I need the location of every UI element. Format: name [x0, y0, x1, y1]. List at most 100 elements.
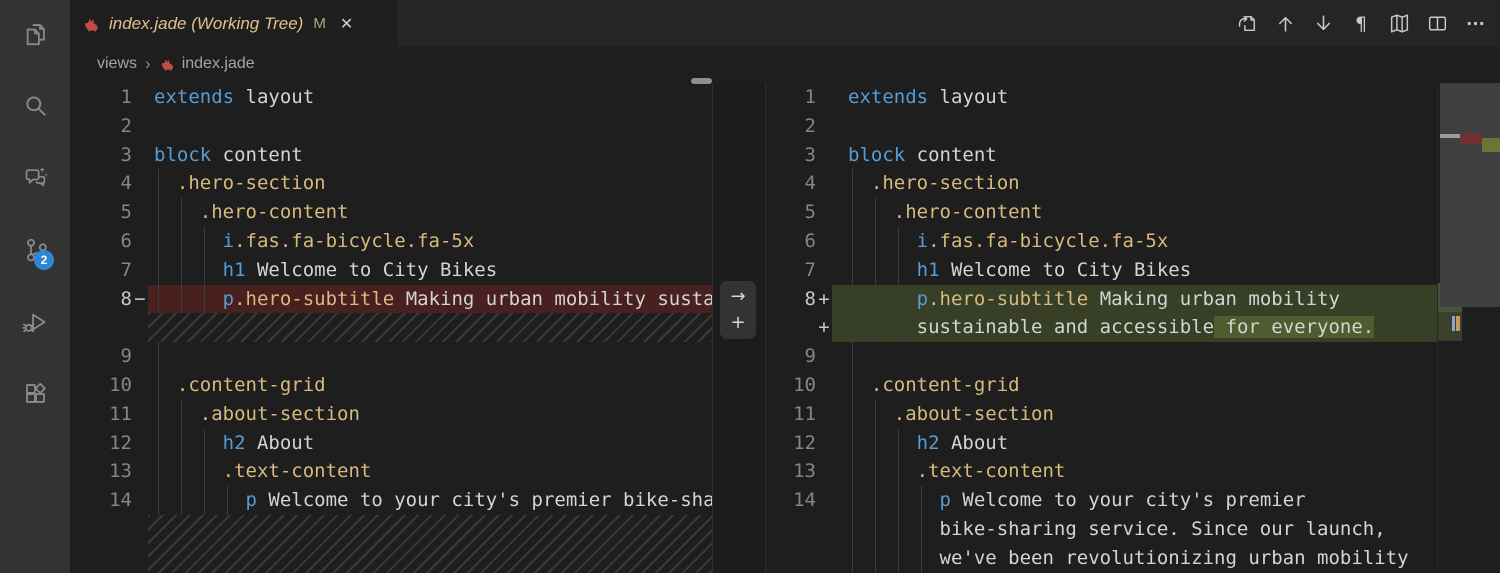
left-row-line-5[interactable]: 5 .hero-content: [70, 198, 712, 227]
right-row-line-13[interactable]: 13 .text-content: [766, 457, 1437, 487]
right-row-code-16[interactable]: we've been revolutionizing urban mobilit…: [766, 543, 1437, 573]
line-number[interactable]: 2: [70, 112, 132, 141]
line-number[interactable]: 7: [70, 256, 132, 285]
left-row-line-10[interactable]: 10 .content-grid: [70, 370, 712, 400]
code-content[interactable]: p.hero-subtitle Making urban mobility su…: [148, 284, 712, 314]
left-row-line-7[interactable]: 7 h1 Welcome to City Bikes: [70, 255, 712, 285]
code-content[interactable]: block content: [832, 141, 1437, 170]
code-content[interactable]: we've been revolutionizing urban mobilit…: [832, 543, 1437, 573]
code-content[interactable]: h2 About: [832, 428, 1437, 458]
previous-change-button[interactable]: [1271, 10, 1299, 38]
line-number[interactable]: 7: [766, 256, 816, 285]
right-row-line-14[interactable]: 14 p Welcome to your city's premier: [766, 486, 1437, 515]
left-row-line-12[interactable]: 12 h2 About: [70, 428, 712, 458]
line-number[interactable]: 6: [766, 227, 816, 256]
left-pane-scrollbar-slider[interactable]: [691, 78, 712, 84]
right-row-line-7[interactable]: 7 h1 Welcome to City Bikes: [766, 255, 1437, 285]
code-content[interactable]: block content: [148, 141, 712, 170]
breadcrumb-file[interactable]: index.jade: [182, 55, 255, 73]
left-row-line-2[interactable]: 2: [70, 112, 712, 141]
code-content[interactable]: .content-grid: [148, 370, 712, 400]
line-number[interactable]: 13: [766, 457, 816, 486]
right-row-line-1[interactable]: 1 extends layout: [766, 83, 1437, 112]
line-number[interactable]: 11: [766, 400, 816, 429]
sidebar-item-run-debug[interactable]: [20, 307, 50, 337]
breadcrumb-folder[interactable]: views: [97, 55, 137, 73]
right-row-line-2[interactable]: 2: [766, 112, 1437, 141]
code-content[interactable]: [148, 342, 712, 371]
line-number[interactable]: 10: [766, 371, 816, 400]
code-content[interactable]: [832, 342, 1437, 371]
code-content[interactable]: .hero-section: [832, 169, 1437, 199]
line-number[interactable]: 10: [70, 371, 132, 400]
code-content[interactable]: p Welcome to your city's premier: [832, 486, 1437, 515]
code-content[interactable]: .content-grid: [832, 370, 1437, 400]
code-content[interactable]: h2 About: [148, 428, 712, 458]
left-row-line-3[interactable]: 3 block content: [70, 141, 712, 170]
code-content[interactable]: .text-content: [148, 457, 712, 487]
code-content[interactable]: p Welcome to your city's premier bike-sh…: [148, 486, 712, 515]
show-whitespace-button[interactable]: ¶: [1347, 10, 1375, 38]
code-content[interactable]: sustainable and accessible for everyone.: [832, 313, 1437, 343]
diff-pane-modified[interactable]: 1 extends layout 2 3 block content 4 .hero-se…: [766, 83, 1437, 573]
left-row-line-11[interactable]: 11 .about-section: [70, 399, 712, 429]
line-number[interactable]: 13: [70, 457, 132, 486]
line-number[interactable]: 5: [766, 198, 816, 227]
line-number[interactable]: 3: [766, 141, 816, 170]
line-number[interactable]: 14: [70, 486, 132, 515]
tab-close-button[interactable]: ✕: [340, 14, 353, 34]
code-content[interactable]: h1 Welcome to City Bikes: [832, 255, 1437, 285]
sidebar-item-copilot-chat[interactable]: [20, 162, 50, 192]
left-row-line-14[interactable]: 14 p Welcome to your city's premier bike…: [70, 486, 712, 515]
left-row-line-9[interactable]: 9: [70, 342, 712, 371]
left-row-line-6[interactable]: 6 i.fas.fa-bicycle.fa-5x: [70, 226, 712, 256]
diff-pane-original[interactable]: 1 extends layout 2 3 block content 4 .hero-se…: [70, 83, 712, 573]
left-row-line-8[interactable]: 8− p.hero-subtitle Making urban mobility…: [70, 284, 712, 314]
right-row-line-6[interactable]: 6 i.fas.fa-bicycle.fa-5x: [766, 226, 1437, 256]
line-number[interactable]: 8: [766, 285, 816, 314]
code-content[interactable]: .text-content: [832, 457, 1437, 487]
left-row-line-1[interactable]: 1 extends layout: [70, 83, 712, 112]
line-number[interactable]: 3: [70, 141, 132, 170]
right-row-line-9[interactable]: 9: [766, 342, 1437, 371]
right-row-added-8[interactable]: + sustainable and accessible for everyon…: [766, 313, 1437, 343]
sidebar-item-extensions[interactable]: [20, 378, 50, 408]
line-number[interactable]: 1: [766, 83, 816, 112]
right-row-line-12[interactable]: 12 h2 About: [766, 428, 1437, 458]
line-number[interactable]: 11: [70, 400, 132, 429]
code-content[interactable]: i.fas.fa-bicycle.fa-5x: [832, 226, 1437, 256]
line-number[interactable]: 6: [70, 227, 132, 256]
line-number[interactable]: 9: [70, 342, 132, 371]
code-content[interactable]: .about-section: [832, 399, 1437, 429]
sidebar-item-search[interactable]: [20, 90, 50, 120]
line-number[interactable]: 9: [766, 342, 816, 371]
line-number[interactable]: 14: [766, 486, 816, 515]
left-row-line-4[interactable]: 4 .hero-section: [70, 169, 712, 199]
code-content[interactable]: p.hero-subtitle Making urban mobility: [832, 284, 1437, 314]
add-block-button[interactable]: +: [730, 313, 745, 332]
line-number[interactable]: 8: [70, 285, 132, 314]
split-editor-button[interactable]: [1423, 10, 1451, 38]
right-row-line-8[interactable]: 8 + p.hero-subtitle Making urban mobility: [766, 284, 1437, 314]
right-row-line-4[interactable]: 4 .hero-section: [766, 169, 1437, 199]
accessible-diff-viewer-button[interactable]: [1385, 10, 1413, 38]
code-content[interactable]: extends layout: [148, 83, 712, 112]
line-number[interactable]: 2: [766, 112, 816, 141]
right-row-line-5[interactable]: 5 .hero-content: [766, 198, 1437, 227]
more-actions-button[interactable]: [1461, 10, 1489, 38]
right-row-line-11[interactable]: 11 .about-section: [766, 399, 1437, 429]
code-content[interactable]: .hero-section: [148, 169, 712, 199]
code-content[interactable]: .about-section: [148, 399, 712, 429]
code-content[interactable]: i.fas.fa-bicycle.fa-5x: [148, 226, 712, 256]
next-change-button[interactable]: [1309, 10, 1337, 38]
right-row-code-15[interactable]: bike-sharing service. Since our launch,: [766, 514, 1437, 544]
go-to-file-button[interactable]: [1233, 10, 1261, 38]
right-row-line-3[interactable]: 3 block content: [766, 141, 1437, 170]
minimap-slider[interactable]: [1440, 83, 1500, 307]
tab-index-jade[interactable]: index.jade (Working Tree) M ✕: [70, 0, 397, 47]
line-number[interactable]: 4: [766, 169, 816, 198]
code-content[interactable]: h1 Welcome to City Bikes: [148, 255, 712, 285]
code-content[interactable]: [832, 112, 1437, 141]
line-number[interactable]: 5: [70, 198, 132, 227]
revert-block-button[interactable]: →: [730, 288, 745, 306]
